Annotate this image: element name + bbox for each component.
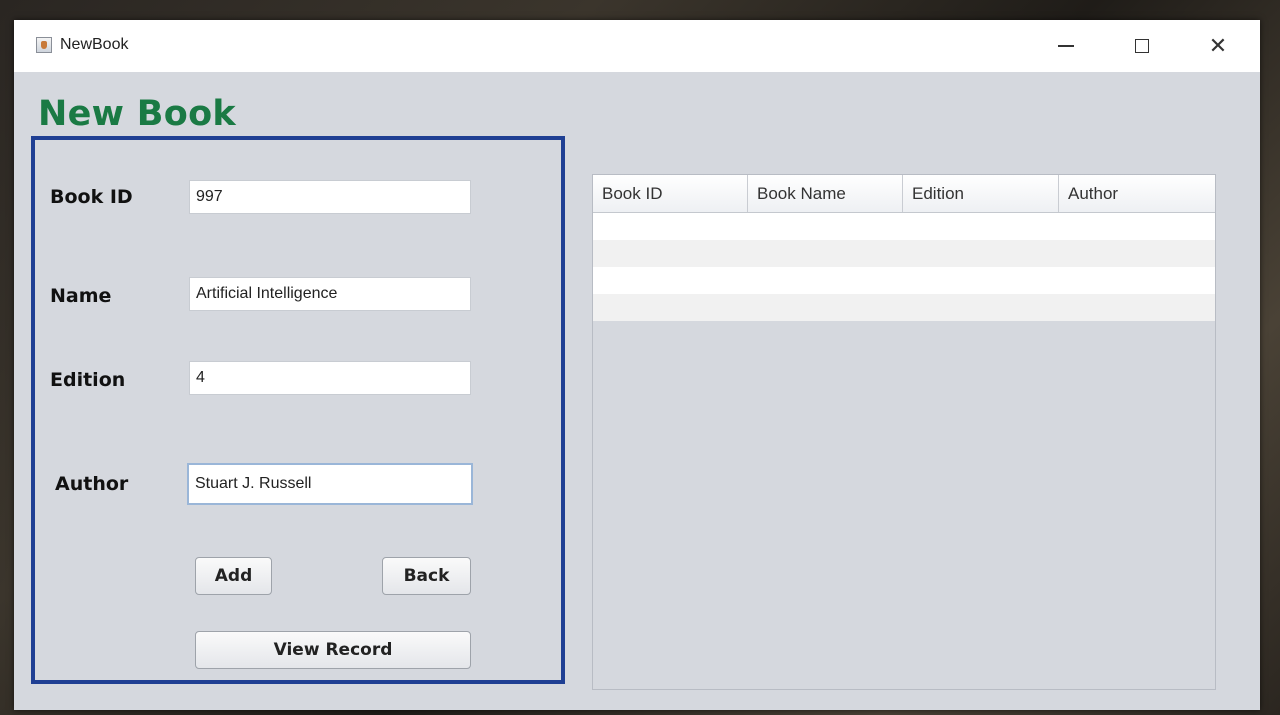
minimize-button[interactable]: [1036, 20, 1096, 72]
books-table[interactable]: Book ID Book Name Edition Author: [592, 174, 1216, 690]
table-body: [593, 213, 1215, 321]
column-header-book-id[interactable]: Book ID: [593, 175, 748, 212]
table-row[interactable]: [593, 240, 1215, 267]
table-row[interactable]: [593, 213, 1215, 240]
table-header: Book ID Book Name Edition Author: [593, 175, 1215, 213]
java-app-icon: [36, 37, 52, 53]
author-field[interactable]: [187, 463, 473, 505]
column-header-author[interactable]: Author: [1059, 175, 1215, 212]
author-label: Author: [55, 473, 129, 495]
close-button[interactable]: ✕: [1188, 20, 1248, 72]
add-button[interactable]: Add: [195, 557, 272, 595]
view-record-button[interactable]: View Record: [195, 631, 471, 669]
book-id-field[interactable]: [189, 180, 471, 214]
edition-label: Edition: [50, 369, 126, 391]
app-window: NewBook ✕ New Book Book ID Name Edition …: [14, 20, 1260, 710]
table-row[interactable]: [593, 294, 1215, 321]
title-bar: NewBook ✕: [14, 20, 1260, 72]
book-form-panel: Book ID Name Edition Author Add Back Vie…: [31, 136, 565, 684]
edition-field[interactable]: [189, 361, 471, 395]
column-header-book-name[interactable]: Book Name: [748, 175, 903, 212]
back-button[interactable]: Back: [382, 557, 471, 595]
column-header-edition[interactable]: Edition: [903, 175, 1059, 212]
close-icon: ✕: [1208, 33, 1228, 59]
maximize-icon: [1135, 39, 1149, 53]
minimize-icon: [1058, 45, 1074, 47]
page-title: New Book: [38, 94, 236, 134]
window-title: NewBook: [60, 36, 129, 53]
table-row[interactable]: [593, 267, 1215, 294]
name-label: Name: [50, 285, 112, 307]
maximize-button[interactable]: [1112, 20, 1172, 72]
name-field[interactable]: [189, 277, 471, 311]
book-id-label: Book ID: [50, 186, 133, 208]
